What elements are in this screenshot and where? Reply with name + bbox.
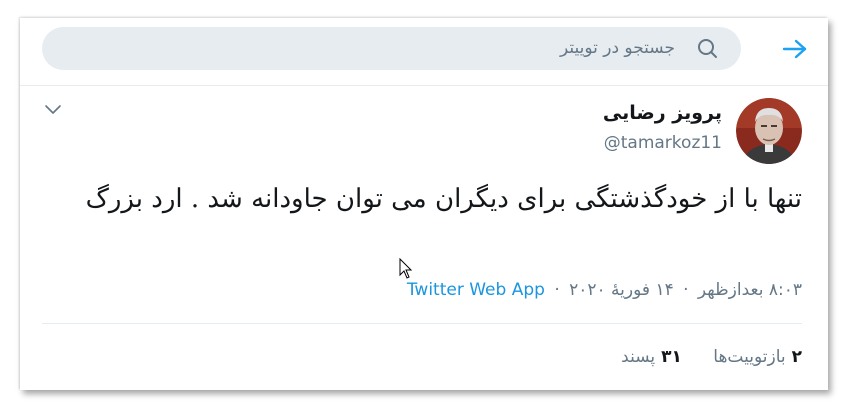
tweet-text: تنها با از خودگذشتگی برای دیگران می توان…: [85, 184, 802, 214]
header-divider: [20, 85, 828, 86]
tweet-source-link[interactable]: Twitter Web App: [407, 280, 545, 300]
search-icon: [698, 39, 717, 58]
tweet-window: جستجو در توییتر پرویز رضایی @tamarkoz11 …: [20, 18, 828, 390]
tweet-meta: ۸:۰۳ بعدازظهر · ۱۴ فوریهٔ ۲۰۲۰ · Twitter…: [407, 280, 802, 300]
chevron-down-icon[interactable]: [44, 104, 62, 116]
search-bar[interactable]: جستجو در توییتر: [42, 27, 741, 70]
author-name[interactable]: پرویز رضایی: [603, 102, 722, 124]
stats-divider: [42, 323, 802, 324]
likes-stat[interactable]: ۳۱پسند: [621, 347, 682, 367]
tweet-stats: ۲بازتوییت‌ها ۳۱پسند: [595, 347, 802, 367]
back-arrow-icon[interactable]: [782, 38, 808, 60]
meta-separator: ·: [683, 280, 689, 300]
tweet-date[interactable]: ۱۴ فوریهٔ ۲۰۲۰: [569, 280, 674, 300]
tweet-time[interactable]: ۸:۰۳ بعدازظهر: [698, 280, 802, 300]
meta-separator: ·: [554, 280, 560, 300]
mouse-cursor-icon: [399, 258, 413, 279]
author-handle[interactable]: @tamarkoz11: [604, 133, 722, 153]
retweets-label: بازتوییت‌ها: [713, 347, 786, 367]
retweets-count: ۲: [791, 347, 802, 367]
likes-label: پسند: [621, 347, 656, 367]
search-input[interactable]: جستجو در توییتر: [560, 38, 675, 58]
avatar[interactable]: [736, 98, 802, 164]
retweets-stat[interactable]: ۲بازتوییت‌ها: [713, 347, 802, 367]
likes-count: ۳۱: [661, 347, 682, 367]
